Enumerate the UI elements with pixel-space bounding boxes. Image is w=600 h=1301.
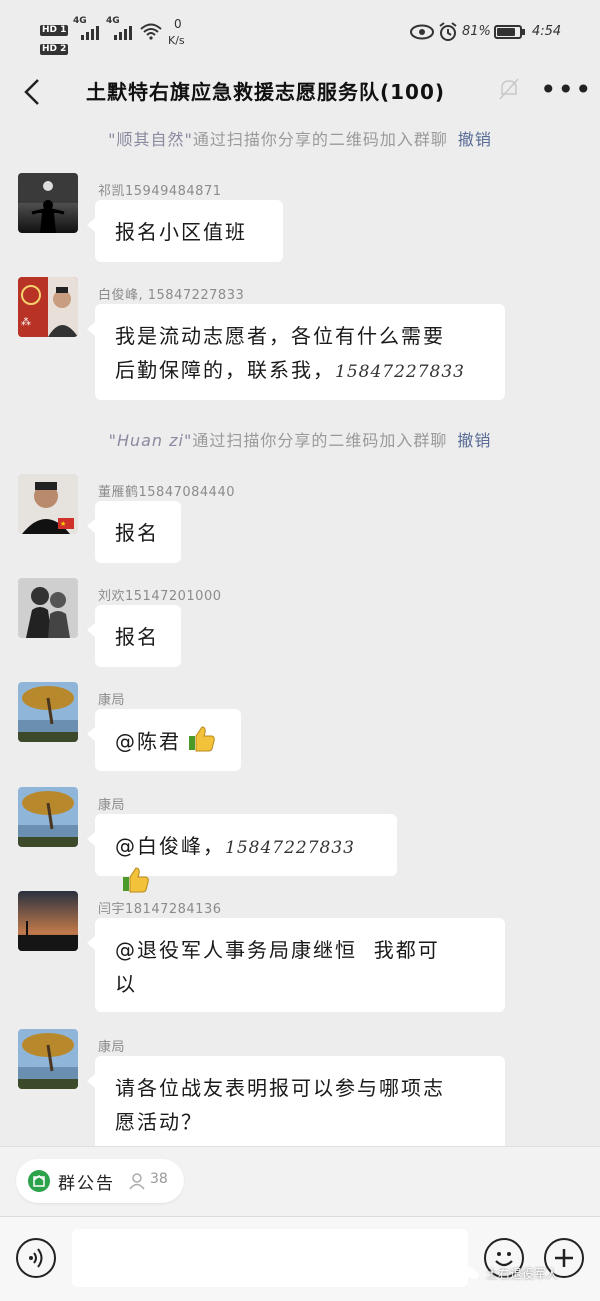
message-text-line2: 后勤保障的，联系我，15847227833 [115,353,485,389]
message-text: 报名 [115,521,159,545]
avatar-image [18,682,78,742]
avatar[interactable]: ★ [18,474,78,534]
watermark-text: 土右退役军人 [486,1267,559,1281]
avatar-image [18,891,78,951]
more-icon: ••• [540,73,593,106]
avatar-image [18,578,78,638]
avatar[interactable]: ⁂ [18,277,78,337]
message-bubble[interactable]: 请各位战友表明报可以参与哪项志 愿活动？ [87,1056,505,1156]
message-text: 报名 [115,625,159,649]
avatar[interactable] [18,1029,78,1089]
sim1-badge: HD 1 [40,25,69,36]
message-text: 报名小区值班 [115,220,247,244]
avatar-image: ★ [18,474,78,534]
sender-name: 康局 [98,1040,126,1055]
avatar-glyph: ⁂ [21,316,31,328]
more-button[interactable]: ••• [540,76,593,104]
alarm-icon [439,22,457,41]
message-text-line2: 以 [115,972,137,996]
sender-name: 康局 [98,798,126,813]
member-count: 38 [150,1171,168,1187]
avatar[interactable] [18,787,78,847]
battery-icon [494,25,522,39]
sim2-indicator: HD 2 [40,36,69,55]
eye-icon [410,24,434,40]
message-bubble[interactable]: 报名 [87,605,181,667]
bell-off-icon [499,78,519,100]
phone-number[interactable]: 15847227833 [335,362,465,382]
notice-icon [28,1170,50,1192]
voice-icon [29,1248,43,1268]
avatar-image [18,173,78,233]
chevron-left-icon [24,79,39,105]
avatar[interactable] [18,682,78,742]
voice-button[interactable] [16,1238,56,1278]
message-text: @白俊峰， [115,834,225,858]
net-speed-unit: K/s [168,34,185,47]
message-text: @陈君 [115,729,181,754]
net-speed-value: 0 [174,17,182,31]
wechat-logo-icon [463,1267,479,1279]
avatar-image: ⁂ [18,277,78,337]
battery-percent: 81% [462,24,491,39]
sender-name: 康局 [98,693,126,708]
flag-star: ★ [60,520,66,528]
message-bubble[interactable]: 报名小区值班 [87,200,283,262]
avatar-image [18,1029,78,1089]
clock: 4:54 [532,24,562,39]
system-text: 通过扫描你分享的二维码加入群聊 [192,130,448,149]
avatar[interactable] [18,891,78,951]
message-input[interactable] [72,1229,468,1287]
message-bubble[interactable]: 报名 [87,501,181,563]
system-message: "顺其自然"通过扫描你分享的二维码加入群聊 撤销 [0,126,600,150]
system-quote: "顺其自然" [108,130,193,149]
system-quote: "Huan zi" [108,431,193,450]
message-text-line1: 请各位战友表明报可以参与哪项志 [115,1076,445,1100]
revoke-link[interactable]: 撤销 [458,130,492,149]
message-text-line2: 愿活动？ [115,1110,203,1134]
avatar[interactable] [18,173,78,233]
thumbs-up-icon [187,724,215,762]
message-text: 后勤保障的，联系我， [115,358,335,382]
sender-name: 闫宇18147284136 [98,902,222,917]
message-bubble[interactable]: @退役军人事务局康继恒 我都可 以 [87,918,505,1012]
message-bubble[interactable]: 我是流动志愿者，各位有什么需要 后勤保障的，联系我，15847227833 [87,304,505,400]
message-text-line1: @退役军人事务局康继恒 我都可 [115,938,440,962]
input-bar [0,1216,600,1301]
members-icon [129,1173,145,1190]
battery-tip [522,29,525,35]
chat-title: 土默特右旗应急救援志愿服务队(100) [86,80,446,104]
wifi-icon [140,23,162,40]
battery-fill [497,28,515,36]
system-message: "Huan zi"通过扫描你分享的二维码加入群聊 撤销 [0,427,600,451]
sender-name: 董雁鹤15847084440 [98,485,235,500]
chat-header: 土默特右旗应急救援志愿服务队(100) ••• [0,66,600,122]
message-bubble[interactable]: @白俊峰，15847227833 [87,814,397,893]
message-bubble[interactable]: @陈君 [87,709,241,771]
signal-icon-2 [114,26,132,40]
back-button[interactable] [18,74,48,110]
sender-name: 祁凯15949484871 [98,184,222,199]
sim2-badge: HD 2 [40,44,69,55]
sender-name: 刘欢15147201000 [98,589,222,604]
avatar[interactable] [18,578,78,638]
phone-number[interactable]: 15847227833 [225,838,355,858]
avatar-image [18,787,78,847]
message-text-line1: 我是流动志愿者，各位有什么需要 [115,324,445,348]
group-notice-bar: 群公告 38 [0,1146,600,1217]
sim1-indicator: HD 1 [40,17,69,36]
notice-label: 群公告 [58,1174,115,1194]
system-text: 通过扫描你分享的二维码加入群聊 [192,431,448,450]
signal-icon [81,26,99,40]
watermark: 土右退役军人 [462,1261,590,1287]
revoke-link[interactable]: 撤销 [457,431,491,450]
sender-name: 白俊峰, 15847227833 [98,288,245,303]
status-bar: HD 1 HD 2 4G 4G 0 K/s 81% 4:54 [0,0,600,66]
group-notice-button[interactable]: 群公告 38 [16,1159,184,1203]
